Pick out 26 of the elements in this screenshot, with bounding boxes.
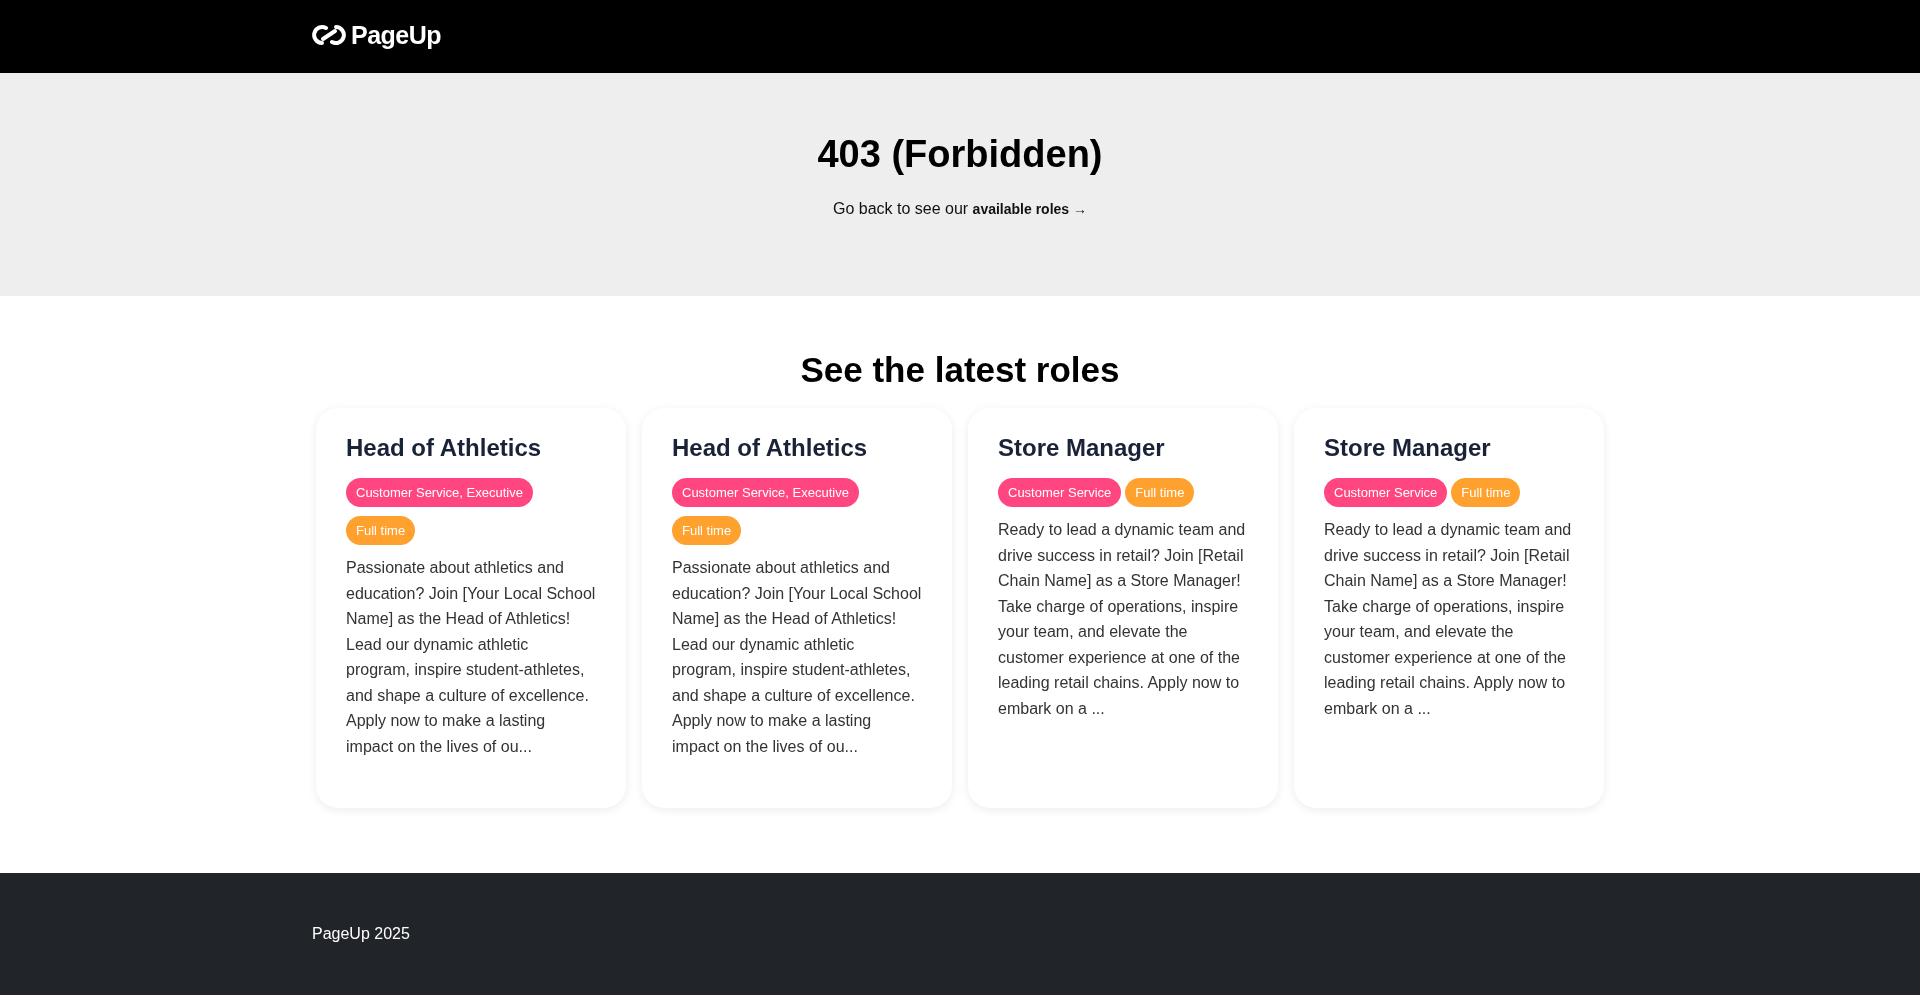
role-title: Head of Athletics	[346, 434, 543, 462]
role-tag: Customer Service	[1324, 478, 1448, 507]
role-card[interactable]	[1294, 408, 1604, 808]
error-title: 403 (Forbidden)	[817, 133, 1103, 176]
back-message: Go back to see our	[832, 200, 969, 217]
role-description: Passionate about athletics and education? Join [Your Local School Name] as the Head of Athletics! Lead our dynamic athletic program, inspire student-athletes, and shape a culture of excellence. Apply now to make a lasting impact on the lives of ou...	[346, 558, 596, 757]
role-description: Ready to lead a dynamic team and drive success in retail? Join [Retail Chain Name] as a Store Manager! Take charge of operations, inspire your team, and elevate the customer experience at one of the leading retail chains. Apply now to embark on a ...	[998, 520, 1247, 719]
section-title: See the latest roles	[800, 350, 1120, 390]
role-tag: Full time	[1125, 478, 1195, 507]
role-title: Head of Athletics	[672, 434, 869, 462]
role-description: Passionate about athletics and education? Join [Your Local School Name] as the Head of Athletics! Lead our dynamic athletic program, inspire student-athletes, and shape a culture of excellence. Apply now to make a lasting impact on the lives of ou...	[672, 558, 922, 757]
role-title: Store Manager	[1324, 434, 1492, 462]
pageup-logo[interactable]: PageUp	[312, 20, 442, 50]
role-tag: Customer Service	[998, 478, 1122, 507]
role-tag: Full time	[346, 516, 416, 545]
role-tag: Customer Service, Executive	[346, 478, 533, 507]
role-tag: Full time	[1451, 478, 1521, 507]
footer-text: PageUp 2025	[312, 925, 410, 942]
available-roles-link[interactable]: available roles →	[972, 201, 1087, 217]
role-tag: Customer Service, Executive	[672, 478, 859, 507]
role-tag: Full time	[672, 516, 742, 545]
role-card[interactable]	[642, 408, 952, 808]
role-card[interactable]	[968, 408, 1278, 808]
role-title: Store Manager	[998, 434, 1166, 462]
role-description: Ready to lead a dynamic team and drive success in retail? Join [Retail Chain Name] as a Store Manager! Take charge of operations, inspire your team, and elevate the customer experience at one of the leading retail chains. Apply now to embark on a ...	[1324, 520, 1573, 719]
role-card[interactable]	[316, 408, 626, 808]
